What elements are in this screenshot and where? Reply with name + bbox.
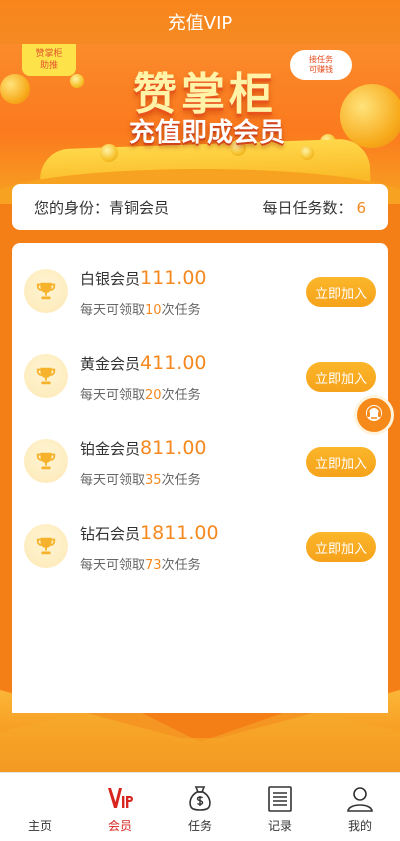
membership-price: 1811.00	[140, 522, 219, 544]
page-header: 充值VIP	[0, 0, 400, 44]
membership-title: 黄金会员411.00	[80, 350, 207, 377]
customer-service-button[interactable]	[354, 395, 394, 435]
desc-suffix: 次任务	[161, 473, 201, 488]
task-count: 73	[145, 558, 162, 573]
membership-item-platinum: 铂金会员811.00 每天可领取35次任务 立即加入	[12, 435, 388, 505]
banner-bubble-line2: 可赚钱	[309, 65, 333, 74]
task-count: 20	[145, 388, 162, 403]
join-silver-button[interactable]: 立即加入	[306, 277, 376, 307]
membership-title: 钻石会员1811.00	[80, 520, 219, 547]
task-count: 35	[145, 473, 162, 488]
trophy-icon	[24, 354, 68, 398]
membership-price: 111.00	[140, 267, 207, 289]
tab-tasks-label: 任务	[187, 819, 212, 833]
task-count: 10	[145, 303, 162, 318]
decor-coin	[70, 74, 84, 88]
banner-bubble: 接任务 可赚钱	[290, 50, 352, 80]
identity-info: 您的身份：青铜会员	[34, 197, 169, 218]
vip-icon	[106, 783, 134, 815]
tab-records[interactable]: 记录	[240, 773, 320, 841]
identity-value: 青铜会员	[109, 198, 170, 217]
daily-tasks-info: 每日任务数： 6	[262, 197, 366, 218]
record-icon	[266, 783, 294, 815]
bottom-tab-bar: 主页 会员 任务 记录 我的	[0, 772, 400, 841]
brand-tag-line1: 赞掌柜	[35, 49, 63, 59]
membership-list: 白银会员111.00 每天可领取10次任务 立即加入 黄金会员411.00 每天…	[12, 243, 388, 713]
membership-desc: 每天可领取20次任务	[80, 384, 201, 403]
tab-mine-label: 我的	[347, 819, 372, 833]
trophy-icon	[24, 439, 68, 483]
join-diamond-button[interactable]: 立即加入	[306, 532, 376, 562]
customer-service-icon	[362, 401, 386, 429]
membership-price: 811.00	[140, 437, 207, 459]
banner-subtitle: 充值即成会员	[128, 118, 285, 148]
user-icon	[346, 783, 374, 815]
tab-home[interactable]: 主页	[0, 773, 80, 841]
membership-item-diamond: 钻石会员1811.00 每天可领取73次任务 立即加入	[12, 520, 388, 590]
membership-name: 钻石会员	[80, 525, 141, 543]
brand-tag-line2: 助推	[39, 61, 58, 71]
tab-home-label: 主页	[27, 819, 52, 833]
desc-suffix: 次任务	[161, 558, 201, 573]
tab-vip[interactable]: 会员	[80, 773, 160, 841]
membership-desc: 每天可领取73次任务	[80, 554, 201, 573]
membership-name: 铂金会员	[80, 440, 141, 458]
daily-tasks-label: 每日任务数：	[262, 198, 353, 217]
membership-name: 白银会员	[80, 270, 141, 288]
desc-prefix: 每天可领取	[80, 473, 146, 488]
desc-suffix: 次任务	[161, 303, 201, 318]
tab-tasks[interactable]: 任务	[160, 773, 240, 841]
decor-ball	[340, 84, 400, 148]
join-platinum-button[interactable]: 立即加入	[306, 447, 376, 477]
promo-banner: 赞掌柜 助推 赞掌柜 充值即成会员 接任务 可赚钱	[0, 44, 400, 204]
tab-mine[interactable]: 我的	[320, 773, 400, 841]
decor-ball	[0, 74, 30, 104]
membership-desc: 每天可领取35次任务	[80, 469, 201, 488]
brand-tag: 赞掌柜 助推	[22, 44, 76, 76]
banner-bubble-line1: 接任务	[309, 55, 333, 64]
membership-title: 铂金会员811.00	[80, 435, 207, 462]
membership-price: 411.00	[140, 352, 207, 374]
trophy-icon	[24, 524, 68, 568]
page-title: 充值VIP	[167, 13, 233, 34]
membership-item-silver: 白银会员111.00 每天可领取10次任务 立即加入	[12, 265, 388, 335]
trophy-icon	[24, 269, 68, 313]
daily-tasks-value: 6	[356, 198, 366, 217]
home-icon	[26, 783, 54, 815]
desc-suffix: 次任务	[161, 388, 201, 403]
tab-records-label: 记录	[267, 819, 292, 833]
desc-prefix: 每天可领取	[80, 558, 146, 573]
identity-card: 您的身份：青铜会员 每日任务数： 6	[12, 184, 388, 230]
membership-item-gold: 黄金会员411.00 每天可领取20次任务 立即加入	[12, 350, 388, 420]
membership-desc: 每天可领取10次任务	[80, 299, 201, 318]
tab-vip-label: 会员	[107, 819, 132, 833]
money-bag-icon	[186, 783, 214, 815]
identity-label: 您的身份：	[34, 198, 110, 217]
desc-prefix: 每天可领取	[80, 303, 146, 318]
join-gold-button[interactable]: 立即加入	[306, 362, 376, 392]
desc-prefix: 每天可领取	[80, 388, 146, 403]
membership-title: 白银会员111.00	[80, 265, 207, 292]
membership-name: 黄金会员	[80, 355, 141, 373]
